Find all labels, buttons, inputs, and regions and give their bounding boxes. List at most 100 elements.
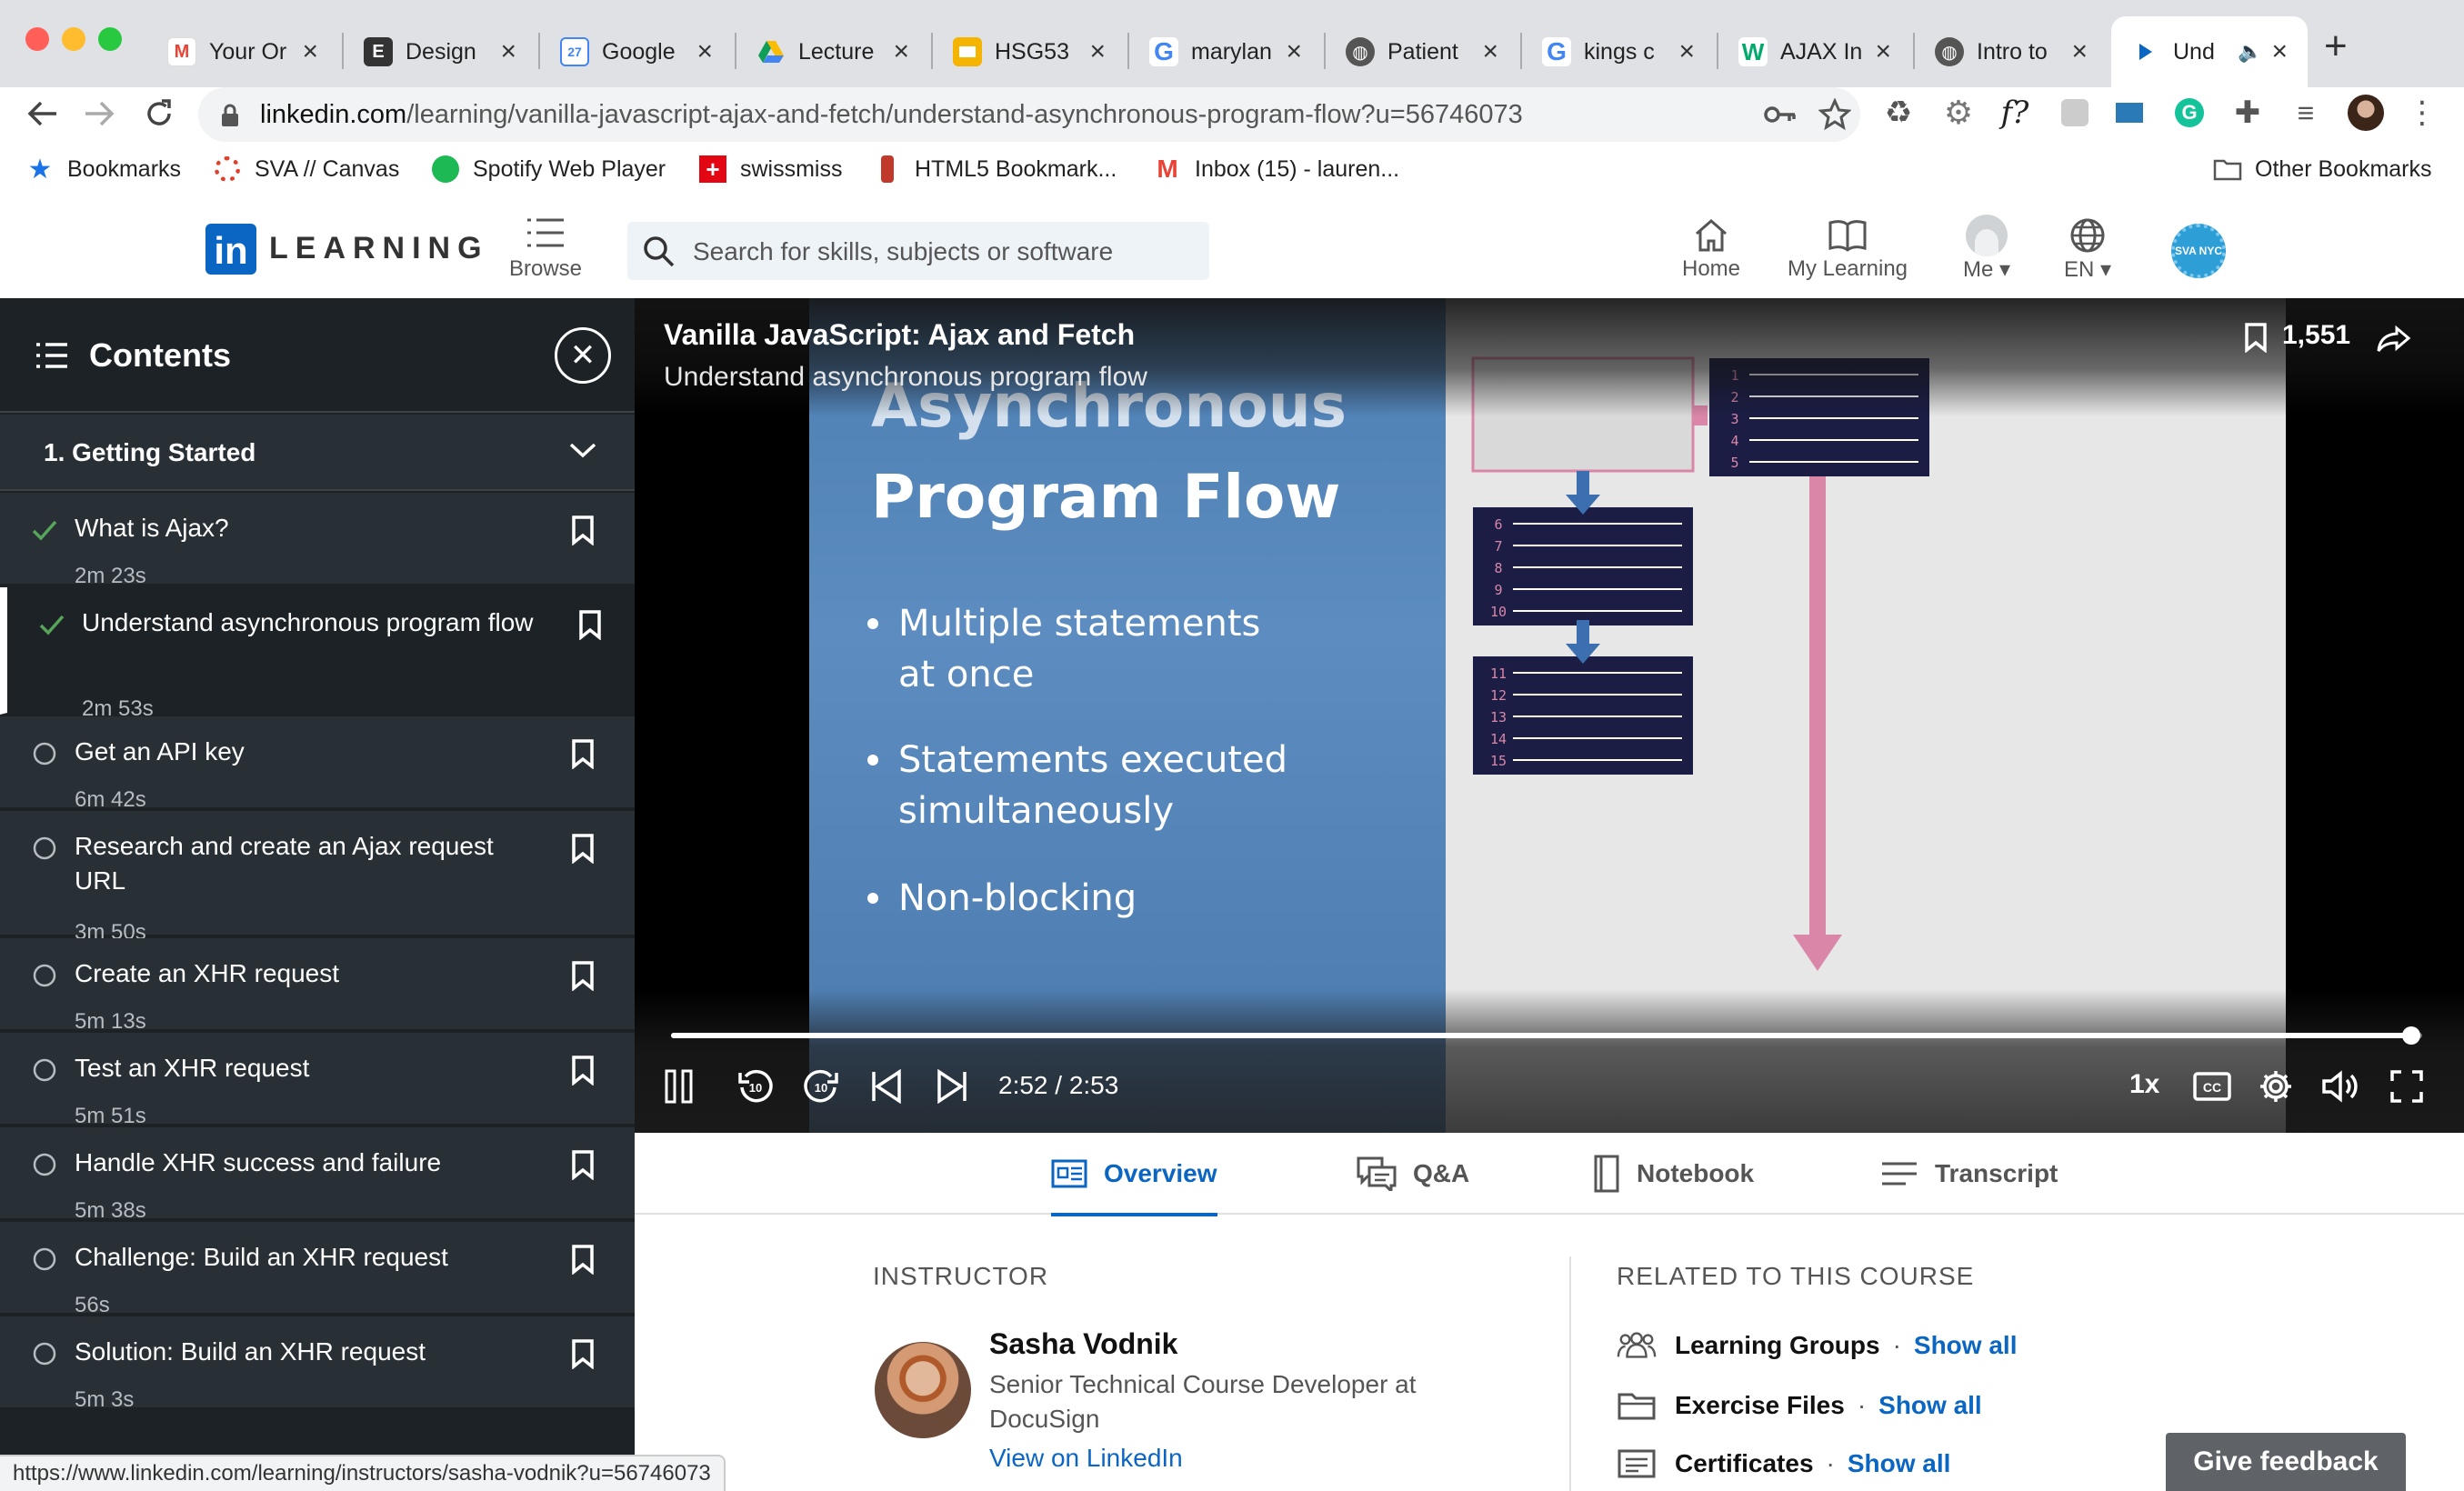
zoom-window-button[interactable]	[98, 27, 122, 51]
close-tab-icon[interactable]: ×	[696, 36, 713, 67]
bookmark-item[interactable]: ★ Bookmarks	[25, 153, 182, 185]
chapter-header[interactable]: 1. Getting Started	[0, 415, 635, 491]
bookmark-icon[interactable]	[571, 1055, 595, 1086]
close-tab-icon[interactable]: ×	[1875, 36, 1891, 67]
video-player[interactable]: Asynchronous Program Flow Multiple state…	[635, 298, 2464, 1133]
share-icon[interactable]	[2377, 325, 2411, 353]
rewind-10-button[interactable]: 10	[733, 1062, 778, 1111]
browser-tab-active[interactable]: Und 🔈 ×	[2111, 16, 2308, 87]
new-tab-button[interactable]: +	[2324, 24, 2348, 69]
tab-transcript[interactable]: Transcript	[1880, 1133, 2058, 1215]
show-all-certificates-link[interactable]: Show all	[1848, 1449, 1951, 1478]
flag-extension-icon[interactable]	[2109, 93, 2149, 133]
fullscreen-button[interactable]	[2384, 1062, 2429, 1111]
font-extension-icon[interactable]: f?	[1995, 93, 2035, 133]
close-sidebar-button[interactable]: ✕	[555, 327, 611, 384]
lesson-item[interactable]: Test an XHR request 5m 51s	[0, 1033, 635, 1128]
show-all-learning-groups-link[interactable]: Show all	[1914, 1331, 2018, 1360]
close-tab-icon[interactable]: ×	[302, 36, 318, 67]
close-tab-icon[interactable]: ×	[1089, 36, 1106, 67]
close-tab-icon[interactable]: ×	[500, 36, 516, 67]
progress-bar[interactable]	[671, 1026, 2422, 1045]
browser-tab[interactable]: G kings c ×	[1522, 16, 1715, 87]
previous-video-button[interactable]	[864, 1062, 909, 1111]
forward-10-button[interactable]: 10	[798, 1062, 844, 1111]
address-bar[interactable]: linkedin.com/learning/vanilla-javascript…	[198, 87, 1860, 142]
close-tab-icon[interactable]: ×	[2271, 36, 2288, 67]
close-tab-icon[interactable]: ×	[1286, 36, 1302, 67]
view-on-linkedin-link[interactable]: View on LinkedIn	[989, 1444, 1183, 1473]
close-tab-icon[interactable]: ×	[2071, 36, 2088, 67]
browse-button[interactable]: Browse	[498, 215, 593, 282]
playback-speed-button[interactable]: 1x	[2129, 1069, 2159, 1100]
grammarly-extension-icon[interactable]: G	[2169, 93, 2209, 133]
lesson-item[interactable]: What is Ajax? 2m 23s	[0, 493, 635, 588]
browser-tab[interactable]: 27 Google ×	[540, 16, 733, 87]
browser-tab[interactable]: ◍ Intro to ×	[1915, 16, 2108, 87]
close-tab-icon[interactable]: ×	[1678, 36, 1695, 67]
lesson-item[interactable]: Challenge: Build an XHR request 56s	[0, 1222, 635, 1317]
bookmark-item[interactable]: Spotify Web Player	[431, 153, 666, 185]
recycle-extension-icon[interactable]: ♻	[1878, 93, 1918, 133]
speaker-icon[interactable]: 🔈	[2238, 40, 2262, 64]
bookmark-item[interactable]: Other Bookmarks	[2213, 153, 2432, 185]
tab-notebook[interactable]: Notebook	[1593, 1133, 1754, 1215]
browser-tab[interactable]: Lecture ×	[736, 16, 929, 87]
bookmark-item[interactable]: M Inbox (15) - lauren...	[1153, 153, 1399, 185]
browser-tab[interactable]: ◍ Patient ×	[1326, 16, 1518, 87]
learning-wordmark[interactable]: LEARNING	[269, 231, 489, 266]
browser-tab[interactable]: E Design ×	[344, 16, 536, 87]
bookmark-icon[interactable]	[2244, 322, 2268, 353]
bookmark-icon[interactable]	[578, 609, 602, 640]
search-input[interactable]: Search for skills, subjects or software	[627, 222, 1209, 280]
minimize-window-button[interactable]	[62, 27, 85, 51]
close-tab-icon[interactable]: ×	[893, 36, 909, 67]
forward-button[interactable]	[76, 91, 122, 136]
browser-tab[interactable]: M Your Or ×	[147, 16, 338, 87]
nav-home[interactable]: Home	[1666, 215, 1757, 282]
close-window-button[interactable]	[25, 27, 49, 51]
nav-my-learning[interactable]: My Learning	[1778, 215, 1917, 282]
volume-button[interactable]	[2319, 1062, 2364, 1111]
linkedin-logo[interactable]: in	[205, 224, 256, 275]
close-tab-icon[interactable]: ×	[1482, 36, 1498, 67]
give-feedback-button[interactable]: Give feedback	[2166, 1433, 2406, 1491]
browser-tab[interactable]: HSG53 ×	[933, 16, 1126, 87]
instructor-avatar[interactable]	[875, 1342, 971, 1438]
bookmark-item[interactable]: HTML5 Bookmark...	[873, 153, 1117, 185]
key-icon[interactable]	[1764, 102, 1797, 127]
media-queue-icon[interactable]: ≡	[2286, 93, 2326, 133]
tab-qa[interactable]: Q&A	[1357, 1133, 1469, 1215]
browser-tab[interactable]: G marylan ×	[1129, 16, 1322, 87]
bookmark-icon[interactable]	[571, 1149, 595, 1180]
puzzle-extensions-icon[interactable]: ✚	[2228, 93, 2268, 133]
more-menu-icon[interactable]: ⋮	[2402, 93, 2442, 133]
bookmark-icon[interactable]	[571, 515, 595, 545]
bookmark-icon[interactable]	[571, 960, 595, 991]
instructor-name[interactable]: Sasha Vodnik	[989, 1327, 1177, 1361]
nav-me[interactable]: Me ▾	[1946, 215, 2028, 283]
settings-button[interactable]	[2253, 1062, 2299, 1111]
nav-language[interactable]: EN ▾	[2051, 215, 2124, 283]
tab-overview[interactable]: Overview	[1051, 1133, 1217, 1216]
next-video-button[interactable]	[929, 1062, 975, 1111]
bookmark-item[interactable]: + swissmiss	[698, 153, 843, 185]
bookmark-icon[interactable]	[571, 738, 595, 769]
back-button[interactable]	[20, 91, 65, 136]
captions-button[interactable]: CC	[2189, 1062, 2235, 1111]
lesson-item[interactable]: Research and create an Ajax request URL 3…	[0, 811, 635, 945]
bookmark-icon[interactable]	[571, 1338, 595, 1369]
gear-extension-icon[interactable]: ⚙	[1938, 93, 1978, 133]
bookmark-item[interactable]: SVA // Canvas	[213, 153, 399, 185]
bookmark-icon[interactable]	[571, 833, 595, 864]
dark-reader-extension-icon[interactable]	[2055, 93, 2095, 133]
pause-button[interactable]	[656, 1062, 702, 1111]
browser-tab[interactable]: W AJAX In ×	[1718, 16, 1911, 87]
lesson-item[interactable]: Handle XHR success and failure 5m 38s	[0, 1127, 635, 1223]
bookmark-icon[interactable]	[571, 1244, 595, 1275]
profile-avatar[interactable]	[2346, 93, 2386, 133]
lesson-item[interactable]: Create an XHR request 5m 13s	[0, 938, 635, 1034]
org-badge[interactable]: SVA NYC	[2171, 224, 2226, 278]
lesson-item-current[interactable]: Understand asynchronous program flow 2m 5…	[0, 587, 635, 721]
lesson-item[interactable]: Solution: Build an XHR request 5m 3s	[0, 1316, 635, 1412]
